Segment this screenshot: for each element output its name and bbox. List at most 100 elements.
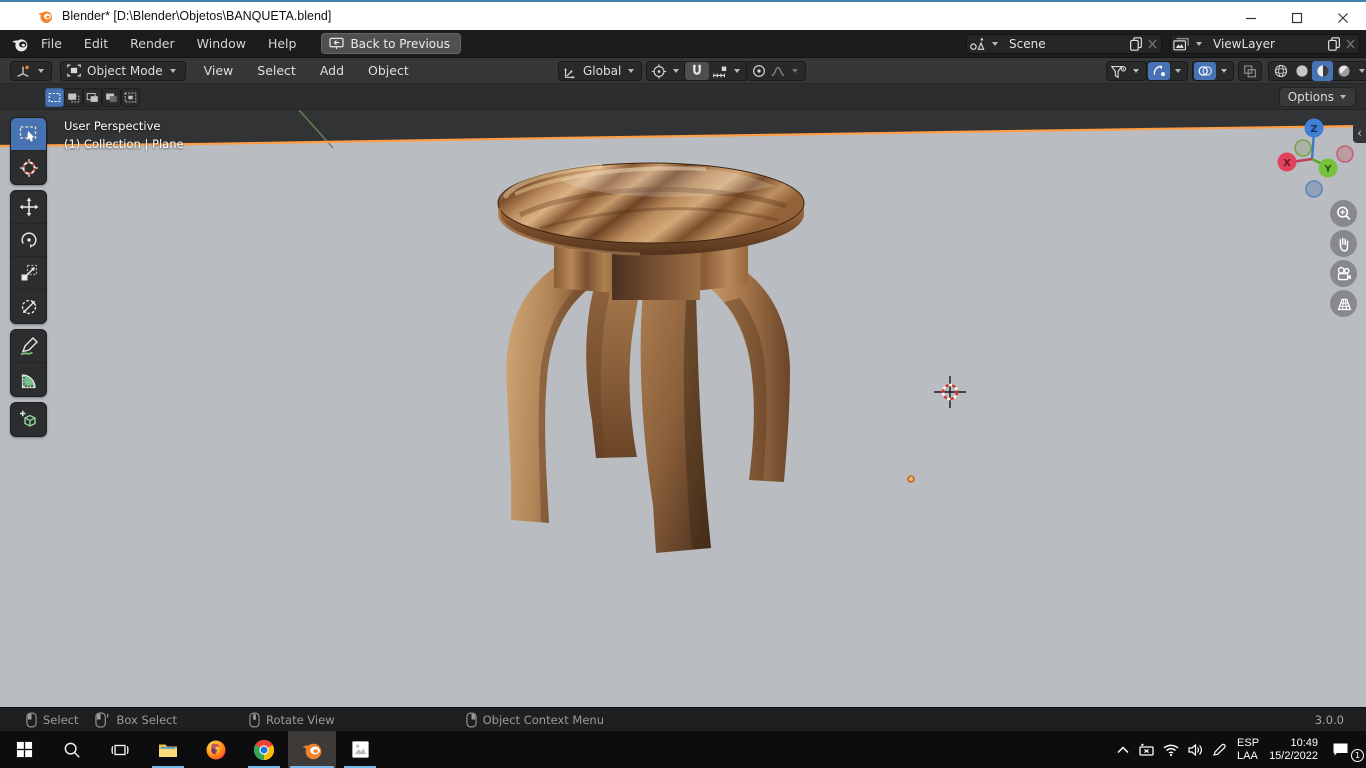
tray-expand-chevron-icon[interactable] — [1111, 731, 1135, 768]
gizmo-axis-y[interactable]: Y — [1318, 158, 1338, 178]
scene-selector[interactable]: Scene — [966, 34, 1162, 54]
shading-caret[interactable] — [1359, 69, 1365, 73]
overlays-toggle[interactable] — [1194, 62, 1216, 80]
snap-caret — [734, 69, 740, 73]
status-hint-label: Rotate View — [266, 712, 335, 727]
camera-view-button[interactable] — [1330, 260, 1357, 287]
remove-view-layer-icon[interactable] — [1343, 37, 1359, 51]
select-mode-intersect-button[interactable] — [121, 87, 140, 107]
task-view-button[interactable] — [96, 731, 144, 768]
object-origin-dot — [907, 475, 915, 483]
gizmos-dropdown — [1146, 61, 1188, 81]
windows-ink-pen-icon[interactable] — [1207, 731, 1231, 768]
blender-taskbar-button[interactable] — [288, 731, 336, 768]
select-mode-extend-button[interactable] — [64, 87, 83, 107]
mode-caret — [169, 68, 176, 73]
menu-select[interactable]: Select — [245, 58, 308, 84]
volume-icon[interactable] — [1183, 731, 1207, 768]
menu-window[interactable]: Window — [186, 30, 257, 58]
clock[interactable]: 10:49 15/2/2022 — [1269, 737, 1318, 763]
xray-toggle[interactable] — [1238, 61, 1262, 81]
gizmo-axis-neg-z[interactable] — [1305, 180, 1323, 198]
snap-toggle-button[interactable] — [685, 62, 709, 80]
proportional-falloff-dropdown[interactable] — [769, 63, 803, 79]
menu-render[interactable]: Render — [119, 30, 186, 58]
wifi-icon[interactable] — [1159, 731, 1183, 768]
new-view-layer-icon[interactable] — [1325, 36, 1343, 52]
tool-rotate[interactable] — [11, 224, 46, 257]
back-to-previous-label: Back to Previous — [350, 36, 450, 51]
view-layer-selector[interactable]: ViewLayer — [1170, 34, 1360, 54]
shading-material-button[interactable] — [1312, 61, 1333, 81]
photos-button[interactable] — [336, 731, 384, 768]
menu-view[interactable]: View — [192, 58, 246, 84]
firefox-button[interactable] — [192, 731, 240, 768]
view-layer-caret — [1196, 42, 1202, 46]
back-to-previous-button[interactable]: Back to Previous — [321, 33, 461, 54]
gizmo-axis-neg-y[interactable] — [1294, 139, 1312, 157]
gizmo-axis-neg-x[interactable] — [1336, 145, 1354, 163]
proportional-editing-icon — [753, 65, 765, 77]
tablet-pen-icon[interactable] — [1135, 731, 1159, 768]
select-mode-invert-button[interactable] — [102, 87, 121, 107]
shading-rendered-button[interactable] — [1333, 61, 1354, 81]
notification-button[interactable]: 1 — [1332, 731, 1366, 768]
menu-help[interactable]: Help — [257, 30, 308, 58]
tool-add-cube[interactable] — [11, 403, 46, 436]
toggle-projection-button[interactable] — [1330, 290, 1357, 317]
tool-scale[interactable] — [11, 257, 46, 290]
tool-measure[interactable] — [11, 363, 46, 396]
blender-menu-logo-icon[interactable] — [10, 34, 30, 54]
tool-select-box[interactable] — [11, 118, 46, 151]
svg-text:X: X — [1283, 158, 1291, 169]
gizmos-toggle[interactable] — [1148, 62, 1170, 80]
menu-object[interactable]: Object — [356, 58, 421, 84]
3d-viewport[interactable]: User Perspective (1) Collection | Plane — [0, 110, 1366, 707]
shading-solid-button[interactable] — [1291, 61, 1312, 81]
gizmo-axis-z[interactable]: Z — [1304, 118, 1324, 138]
falloff-curve-icon — [771, 66, 785, 77]
explorer-button[interactable] — [144, 731, 192, 768]
sidebar-collapse-arrow[interactable]: ‹ — [1353, 123, 1366, 143]
proportional-editing-toggle[interactable] — [749, 63, 769, 79]
window-titlebar: Blender* [D:\Blender\Objetos\BANQUETA.bl… — [0, 0, 1366, 30]
editor-type-selector[interactable] — [10, 60, 52, 81]
viewport-collection-label: (1) Collection | Plane — [64, 137, 184, 151]
new-scene-icon[interactable] — [1127, 36, 1145, 52]
windows-logo-icon — [16, 741, 32, 758]
zoom-button[interactable] — [1330, 200, 1357, 227]
pan-button[interactable] — [1330, 230, 1357, 257]
pivot-point-dropdown[interactable] — [646, 61, 688, 81]
options-dropdown[interactable]: Options — [1278, 87, 1356, 107]
transform-orientation-dropdown[interactable]: Global — [558, 61, 643, 81]
mode-dropdown[interactable]: Object Mode — [60, 60, 186, 81]
language-indicator[interactable]: ESP LAA — [1237, 737, 1259, 763]
select-mode-new-button[interactable] — [45, 87, 64, 107]
overlays-caret[interactable] — [1221, 69, 1227, 73]
unlink-scene-icon[interactable] — [1145, 37, 1161, 51]
menu-edit[interactable]: Edit — [73, 30, 119, 58]
tool-move[interactable] — [11, 191, 46, 224]
object-visibility-dropdown[interactable] — [1106, 61, 1147, 81]
visibility-caret — [1133, 69, 1139, 73]
menu-file[interactable]: File — [30, 30, 73, 58]
chrome-button[interactable] — [240, 731, 288, 768]
gizmos-caret[interactable] — [1175, 69, 1181, 73]
gizmo-axis-x[interactable]: X — [1277, 152, 1297, 172]
blender-version: 3.0.0 — [1314, 712, 1344, 727]
stool-3d-model[interactable] — [497, 162, 805, 553]
shading-wireframe-button[interactable] — [1270, 61, 1291, 81]
maximize-button[interactable] — [1274, 4, 1320, 32]
tool-transform[interactable] — [11, 290, 46, 323]
navigation-gizmo[interactable]: Z X Y — [1266, 110, 1362, 206]
menu-add[interactable]: Add — [308, 58, 356, 84]
close-button[interactable] — [1320, 4, 1366, 32]
snap-target-dropdown[interactable] — [709, 63, 747, 79]
tool-cursor[interactable] — [11, 151, 46, 184]
tool-annotate[interactable] — [11, 330, 46, 363]
minimize-button[interactable] — [1228, 4, 1274, 32]
start-button[interactable] — [0, 731, 48, 768]
notification-badge: 1 — [1351, 749, 1364, 762]
select-mode-subtract-button[interactable] — [83, 87, 102, 107]
search-button[interactable] — [48, 731, 96, 768]
